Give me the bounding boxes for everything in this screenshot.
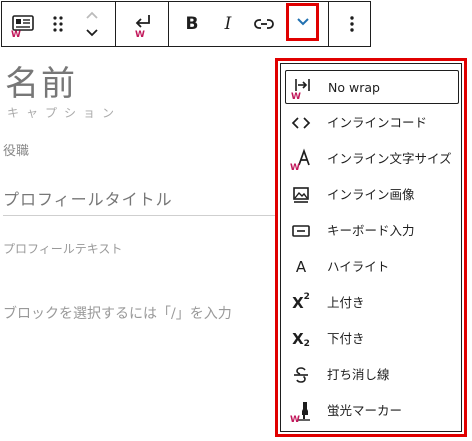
menu-item-label: インライン画像 <box>327 187 415 202</box>
line-break-button[interactable]: W <box>122 2 162 46</box>
subscript-icon: X2 <box>289 327 313 351</box>
more-vertical-icon <box>350 16 354 32</box>
link-button[interactable] <box>246 2 282 46</box>
format-dropdown-menu: W No wrap インラインコード W インライン文字サイズ インライン画像 … <box>280 63 462 432</box>
chevron-down-icon <box>86 29 98 37</box>
image-icon <box>289 183 313 207</box>
menu-item-inline-image[interactable]: インライン画像 <box>285 178 459 212</box>
block-toolbar: W W B I <box>1 1 371 47</box>
svg-text:W: W <box>135 30 145 38</box>
menu-item-keyboard-input[interactable]: キーボード入力 <box>285 214 459 248</box>
block-placeholder[interactable]: ブロックを選択するには「/」を入力 <box>3 303 232 323</box>
menu-item-label: キーボード入力 <box>327 223 415 238</box>
menu-item-strikethrough[interactable]: 打ち消し線 <box>285 358 459 392</box>
superscript-exponent: 2 <box>303 292 310 302</box>
menu-item-superscript[interactable]: X2 上付き <box>285 286 459 320</box>
svg-text:W: W <box>11 30 21 38</box>
menu-item-label: 打ち消し線 <box>327 367 390 382</box>
chevron-up-icon <box>86 11 98 19</box>
menu-item-label: インラインコード <box>327 115 428 130</box>
italic-button[interactable]: I <box>210 2 246 46</box>
more-formats-button[interactable] <box>286 3 319 41</box>
profile-text[interactable]: プロフィールテキスト <box>3 240 122 257</box>
profile-role[interactable]: 役職 <box>3 140 29 159</box>
menu-item-label: No wrap <box>328 80 380 95</box>
svg-text:W: W <box>291 92 301 100</box>
no-wrap-icon: W <box>290 76 314 100</box>
strikethrough-icon <box>289 363 313 387</box>
menu-item-subscript[interactable]: X2 下付き <box>285 322 459 356</box>
menu-item-label: 上付き <box>327 295 365 310</box>
profile-name-heading[interactable]: 名前 <box>5 56 77 105</box>
menu-item-inline-font-size[interactable]: W インライン文字サイズ <box>285 142 459 176</box>
options-button[interactable] <box>334 2 370 46</box>
toolbar-divider <box>168 2 169 46</box>
marker-icon: W <box>289 399 313 423</box>
bold-button[interactable]: B <box>174 2 210 46</box>
svg-text:W: W <box>290 163 300 171</box>
menu-item-label: ハイライト <box>327 259 390 274</box>
subscript-exponent: 2 <box>303 339 310 349</box>
profile-title[interactable]: プロフィールタイトル <box>3 186 173 210</box>
toolbar-divider <box>115 2 116 46</box>
link-icon <box>254 19 274 29</box>
toolbar-divider <box>328 2 329 46</box>
font-size-icon: W <box>289 147 313 171</box>
profile-caption[interactable]: キャプション <box>7 104 121 121</box>
menu-item-label: 蛍光マーカー <box>327 403 403 418</box>
menu-item-inline-code[interactable]: インラインコード <box>285 106 459 140</box>
profile-card-icon: W <box>11 15 34 38</box>
code-icon <box>289 111 313 135</box>
superscript-icon: X2 <box>289 291 313 315</box>
menu-item-label: 下付き <box>327 331 365 346</box>
svg-text:W: W <box>290 415 300 423</box>
chevron-down-icon <box>296 18 309 26</box>
format-dropdown-highlight: W No wrap インラインコード W インライン文字サイズ インライン画像 … <box>275 58 467 437</box>
return-arrow-icon: W <box>135 15 150 38</box>
superscript-base: X <box>292 294 304 312</box>
drag-handle[interactable] <box>46 2 70 46</box>
highlight-icon: A <box>295 258 307 276</box>
menu-item-highlight[interactable]: A ハイライト <box>285 250 459 284</box>
drag-handle-icon <box>53 16 63 32</box>
menu-item-marker[interactable]: W 蛍光マーカー <box>285 394 459 428</box>
block-type-button[interactable]: W <box>6 2 42 46</box>
menu-item-label: インライン文字サイズ <box>327 151 452 166</box>
profile-divider <box>3 215 277 216</box>
menu-item-no-wrap[interactable]: W No wrap <box>285 70 459 104</box>
keyboard-icon <box>289 219 313 243</box>
subscript-base: X <box>292 330 304 348</box>
move-down-button[interactable] <box>80 22 104 44</box>
